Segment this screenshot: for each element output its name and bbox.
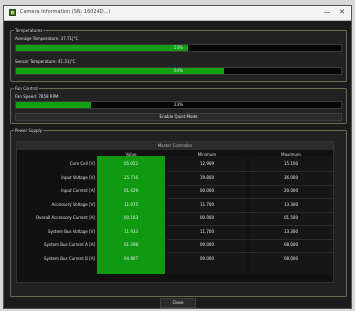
power-row-minimum: 00.000 <box>200 242 214 247</box>
fan-speed-label: Fan Speed: 7858 RPM <box>15 94 59 99</box>
power-row-value: 01.429 <box>124 188 138 193</box>
power-row-value: 00.183 <box>124 215 138 220</box>
sensor-temperature-bar: 64% <box>15 67 342 75</box>
row-divider <box>167 171 333 172</box>
title-bar[interactable]: Camera Information (SN: 16024D...) — ✕ <box>4 6 351 21</box>
power-row-value: 04.867 <box>124 255 138 261</box>
close-icon[interactable]: ✕ <box>337 8 347 17</box>
enable-quiet-mode-button[interactable]: Enable Quiet Mode <box>15 113 342 121</box>
power-supply-table: Master Controller Value Minimum Maximum … <box>16 141 334 283</box>
power-row-label: System Bus Current A [A] <box>44 242 95 247</box>
fan-control-title: Fan Control <box>14 86 39 91</box>
power-row-value: 11.933 <box>124 228 138 234</box>
row-divider <box>167 198 333 199</box>
temperatures-group: Temperatures Average Temperature: 37.71|… <box>10 28 347 82</box>
average-temperature-bar: 53% <box>15 44 342 52</box>
power-row-value: 05.022 <box>124 161 138 166</box>
row-divider <box>167 238 333 240</box>
app-icon <box>9 9 16 16</box>
fan-speed-bar: 23% <box>15 101 342 109</box>
temperatures-title: Temperatures <box>14 28 44 33</box>
power-row-minimum: 11.700 <box>200 201 214 207</box>
close-button[interactable]: Close <box>160 298 196 308</box>
power-row-maximum: 15.100 <box>284 161 298 166</box>
power-row-label: Accessory Voltage [V] <box>51 201 95 207</box>
power-row-value: 25.716 <box>124 174 138 180</box>
power-row-minimum: 00.000 <box>200 188 214 193</box>
row-divider <box>167 252 333 253</box>
power-row-label: Input Current [A] <box>61 188 95 193</box>
power-row-minimum: 12.909 <box>200 161 214 166</box>
power-row-maximum: 36.000 <box>284 174 298 180</box>
row-divider <box>167 225 333 226</box>
power-row-maximum: 20.000 <box>284 188 298 193</box>
sensor-temperature-percent: 64% <box>174 68 183 73</box>
camera-info-window: Camera Information (SN: 16024D...) — ✕ T… <box>3 5 352 309</box>
power-row-value: 11.975 <box>124 201 138 207</box>
fan-speed-percent: 23% <box>174 102 183 107</box>
power-row-maximum: 01.500 <box>284 215 298 220</box>
power-row-value: 01.398 <box>124 242 138 247</box>
power-row-label: Input Voltage [V] <box>61 174 95 180</box>
fan-control-group: Fan Control Fan Speed: 7858 RPM 23% Enab… <box>10 86 347 124</box>
sensor-temperature-label: Sensor Temperature: 41.31|°C <box>15 59 76 64</box>
row-divider <box>167 211 333 213</box>
average-temperature-label: Average Temperature: 37.71|°C <box>15 36 79 41</box>
power-row-maximum: 08.000 <box>284 242 298 247</box>
minimize-icon[interactable]: — <box>322 8 332 17</box>
power-row-label: System Bus Voltage [V] <box>48 228 95 234</box>
power-row-minimum: 11.700 <box>200 228 214 234</box>
window-title: Camera Information (SN: 16024D...) <box>20 9 111 15</box>
power-row-label: Core Cell [V] <box>69 161 95 166</box>
power-row-label: Overall Accessory Current [A] <box>35 215 95 220</box>
power-row-minimum: 19.800 <box>200 174 214 180</box>
power-row-maximum: 13.300 <box>284 228 298 234</box>
power-supply-title: Power Supply <box>14 128 43 133</box>
power-row-label: System Bus Current B [A] <box>44 255 95 261</box>
power-row-minimum: 00.000 <box>200 215 214 220</box>
row-divider <box>167 184 333 186</box>
average-temperature-percent: 53% <box>174 45 183 50</box>
power-row-maximum: 13.300 <box>284 201 298 207</box>
master-controller-caption: Master Controller <box>17 142 333 150</box>
power-row-maximum: 08.000 <box>284 255 298 261</box>
power-row-minimum: 00.000 <box>200 255 214 261</box>
